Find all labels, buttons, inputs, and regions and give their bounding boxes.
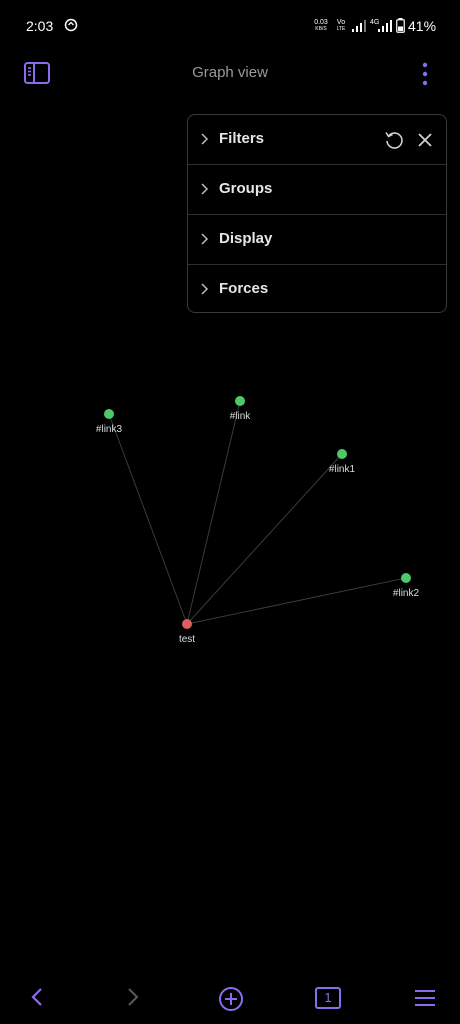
graph-node-test[interactable] (182, 619, 192, 629)
signal-icon (352, 20, 366, 32)
plus-circle-icon[interactable] (218, 986, 244, 1012)
section-display[interactable]: Display (188, 215, 446, 265)
reset-icon[interactable] (384, 130, 404, 150)
chevron-right-icon[interactable] (126, 986, 140, 1008)
status-time: 2:03 (26, 18, 54, 34)
section-label: Display (219, 230, 273, 247)
graph-node-label: #link (230, 411, 252, 422)
chevron-right-icon (201, 183, 209, 195)
status-bar: 2:03 0.03 KB/S Vo LTE 4G 41% (0, 0, 460, 52)
graph-node-link3[interactable] (104, 409, 114, 419)
graph-node-label: test (179, 634, 195, 645)
network-speed-value: 0.03 (314, 19, 328, 26)
graph-settings-panel: Filters Groups Display Forces (187, 114, 447, 313)
tab-count-button[interactable]: 1 (315, 987, 341, 1009)
graph-node-link2[interactable] (401, 573, 411, 583)
graph-node-label: #link3 (96, 424, 123, 435)
volte-indicator: Vo LTE (334, 19, 348, 33)
graph-edge (108, 413, 188, 625)
section-filters[interactable]: Filters (188, 115, 446, 165)
chevron-right-icon (201, 233, 209, 245)
graph-edge (186, 577, 407, 625)
section-label: Filters (219, 130, 265, 147)
graph-node-label: #link1 (329, 464, 356, 475)
page-title: Graph view (192, 64, 268, 81)
section-label: Groups (219, 180, 273, 197)
sync-icon (64, 18, 78, 32)
graph-edge (186, 453, 343, 625)
graph-node-link1[interactable] (337, 449, 347, 459)
volte-bottom: LTE (336, 26, 346, 32)
chevron-right-icon (201, 133, 209, 145)
graph-canvas[interactable]: #link3 #link #link1 #link2 test (0, 330, 460, 730)
menu-icon[interactable] (414, 989, 436, 1007)
graph-edge (186, 400, 241, 625)
close-icon[interactable] (416, 131, 434, 149)
chevron-right-icon (201, 283, 209, 295)
signal-icon (378, 20, 392, 32)
more-vertical-icon[interactable] (414, 61, 436, 87)
volte-top: Vo (336, 19, 346, 26)
bottom-nav: 1 (0, 972, 460, 1024)
graph-node-label: #link2 (393, 588, 420, 599)
section-label: Forces (219, 280, 269, 297)
section-forces[interactable]: Forces (188, 265, 446, 315)
graph-node-link[interactable] (235, 396, 245, 406)
section-groups[interactable]: Groups (188, 165, 446, 215)
network-speed: 0.03 KB/S (311, 19, 331, 33)
battery-level: 41% (408, 18, 437, 34)
network-speed-unit: KB/S (315, 26, 327, 32)
battery-icon (396, 18, 405, 33)
chevron-left-icon[interactable] (30, 986, 44, 1008)
